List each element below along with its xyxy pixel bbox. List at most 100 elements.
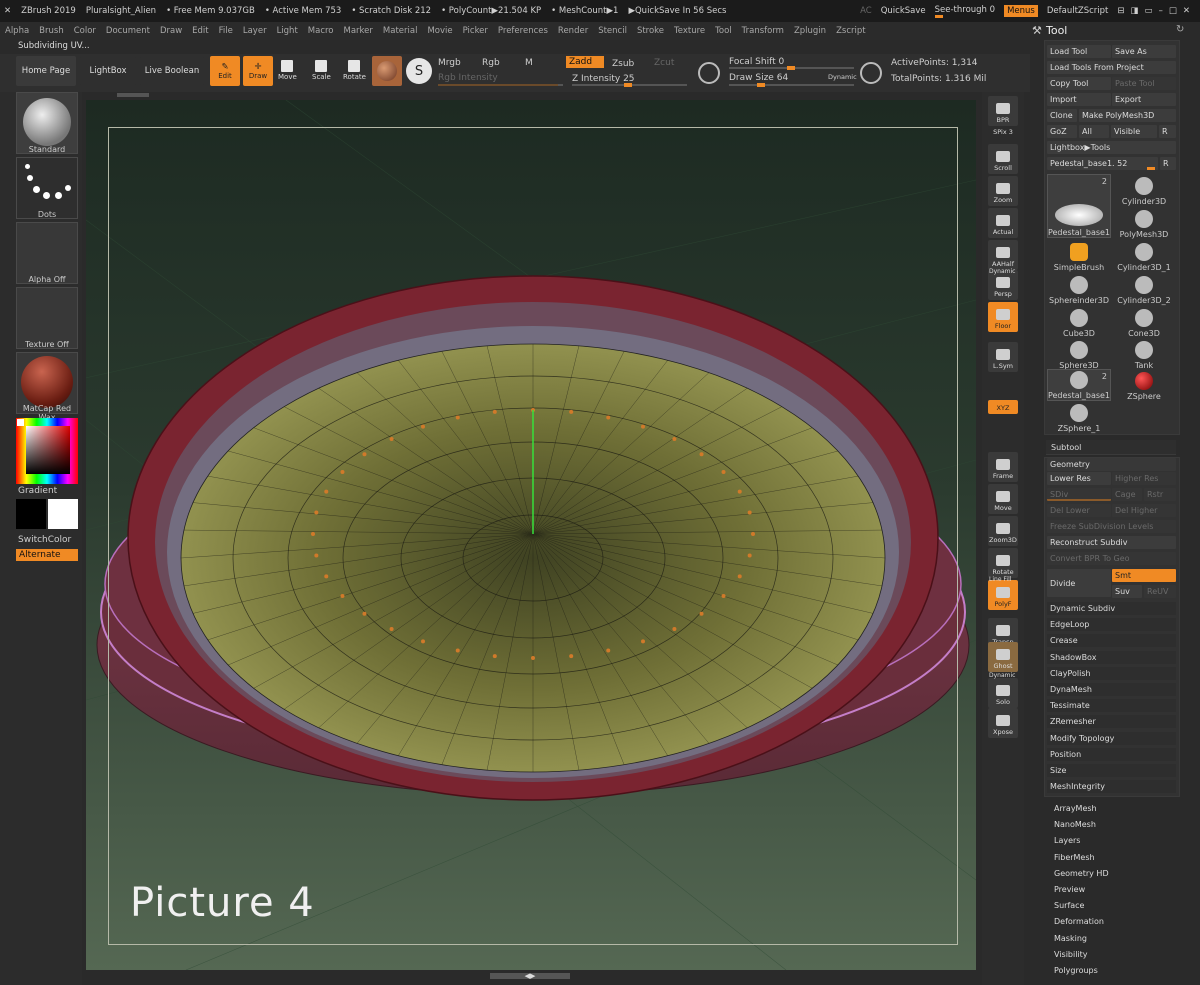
- menu-macro[interactable]: Macro: [303, 26, 339, 36]
- ac-toggle[interactable]: AC: [860, 6, 872, 16]
- menu-file[interactable]: File: [214, 26, 238, 36]
- rotate-button[interactable]: Rotate: [343, 60, 366, 81]
- menu-texture[interactable]: Texture: [669, 26, 710, 36]
- save-as-button[interactable]: Save As: [1112, 45, 1176, 58]
- rgb-button[interactable]: Rgb: [482, 58, 500, 68]
- seethrough-slider[interactable]: See-through 0: [934, 5, 995, 18]
- shelf-polyf[interactable]: PolyF: [988, 580, 1018, 610]
- secondary-color[interactable]: [16, 499, 46, 529]
- live-boolean-button[interactable]: Live Boolean: [140, 56, 204, 86]
- shelf-solo[interactable]: Solo: [988, 678, 1018, 708]
- lazy-mouse-icon[interactable]: [698, 62, 720, 84]
- backface-icon[interactable]: [860, 62, 882, 84]
- menu-zplugin[interactable]: Zplugin: [789, 26, 831, 36]
- del-higher-button[interactable]: Del Higher: [1112, 504, 1176, 517]
- tool-thumb-polymesh3d[interactable]: PolyMesh3D: [1112, 207, 1176, 239]
- suv-toggle[interactable]: Suv: [1112, 585, 1142, 598]
- section-visibility[interactable]: Visibility: [1054, 950, 1088, 959]
- menu-edit[interactable]: Edit: [187, 26, 213, 36]
- geo-section-shadowbox[interactable]: ShadowBox: [1047, 650, 1176, 664]
- shelf-zoom[interactable]: Zoom: [988, 176, 1018, 206]
- rstr-button[interactable]: Rstr: [1144, 488, 1176, 501]
- draw-button[interactable]: ✛ Draw: [243, 56, 273, 86]
- scroll-handle[interactable]: [117, 93, 149, 97]
- menu-color[interactable]: Color: [69, 26, 101, 36]
- color-square[interactable]: [26, 426, 70, 474]
- clone-button[interactable]: Clone: [1047, 109, 1077, 122]
- tool-thumb-pedestal-base1[interactable]: Pedestal_base1 2: [1047, 369, 1111, 401]
- m-button[interactable]: M: [525, 58, 533, 68]
- shelf-bpr[interactable]: BPR: [988, 96, 1018, 126]
- tool-thumb-cone3d[interactable]: Cone3D: [1112, 306, 1176, 338]
- zadd-button[interactable]: Zadd: [566, 56, 604, 68]
- menu-document[interactable]: Document: [101, 26, 155, 36]
- goz-r-button[interactable]: R: [1159, 125, 1176, 138]
- goz-button[interactable]: GoZ: [1047, 125, 1077, 138]
- higher-res-button[interactable]: Higher Res: [1112, 472, 1176, 485]
- menu-tool[interactable]: Tool: [710, 26, 737, 36]
- lightbox-button[interactable]: LightBox: [80, 56, 136, 86]
- section-preview[interactable]: Preview: [1054, 885, 1085, 894]
- load-tool-button[interactable]: Load Tool: [1047, 45, 1111, 58]
- brush-mode-icon[interactable]: S: [406, 58, 432, 84]
- make-polymesh-button[interactable]: Make PolyMesh3D: [1079, 109, 1176, 122]
- mrgb-button[interactable]: Mrgb: [438, 58, 461, 68]
- palette-close-icon[interactable]: ↻: [1176, 24, 1184, 35]
- shelf-icon-12[interactable]: [988, 432, 1018, 446]
- freeze-subdiv-button[interactable]: Freeze SubDivision Levels: [1047, 520, 1176, 533]
- section-layers[interactable]: Layers: [1054, 836, 1080, 845]
- geo-section-tessimate[interactable]: Tessimate: [1047, 699, 1176, 713]
- reconstruct-subdiv-button[interactable]: Reconstruct Subdiv: [1047, 536, 1176, 549]
- shelf-spix-3[interactable]: SPix 3: [988, 124, 1018, 138]
- material-sphere-icon[interactable]: [372, 56, 402, 86]
- geo-section-claypolish[interactable]: ClayPolish: [1047, 666, 1176, 680]
- shelf-rotate[interactable]: Rotate: [988, 548, 1018, 578]
- tool-thumb-sphereinder3d[interactable]: Sphereinder3D: [1047, 273, 1111, 305]
- lower-res-button[interactable]: Lower Res: [1047, 472, 1111, 485]
- switchcolor-button[interactable]: SwitchColor: [18, 535, 71, 545]
- window-icons[interactable]: ⊟◨▭–□✕: [1117, 6, 1196, 16]
- convert-bpr-button[interactable]: Convert BPR To Geo: [1047, 552, 1176, 565]
- section-fibermesh[interactable]: FiberMesh: [1054, 853, 1095, 862]
- geo-section-zremesher[interactable]: ZRemesher: [1047, 715, 1176, 729]
- section-arraymesh[interactable]: ArrayMesh: [1054, 804, 1097, 813]
- goz-all-button[interactable]: All: [1079, 125, 1109, 138]
- load-project-button[interactable]: Load Tools From Project: [1047, 61, 1176, 74]
- home-page-button[interactable]: Home Page: [16, 56, 76, 86]
- geo-section-size[interactable]: Size: [1047, 764, 1176, 777]
- menu-layer[interactable]: Layer: [238, 26, 272, 36]
- menu-movie[interactable]: Movie: [422, 26, 457, 36]
- shelf-floor[interactable]: Floor: [988, 302, 1018, 332]
- section-polygroups[interactable]: Polygroups: [1054, 966, 1098, 975]
- shelf-ghost[interactable]: Ghost: [988, 642, 1018, 672]
- shelf-actual[interactable]: Actual: [988, 208, 1018, 238]
- gradient-label[interactable]: Gradient: [18, 486, 57, 496]
- sdiv-slider[interactable]: SDiv: [1047, 488, 1111, 501]
- tool-r-button[interactable]: R: [1160, 157, 1176, 170]
- menu-zscript[interactable]: Zscript: [831, 26, 871, 36]
- shelf-scroll[interactable]: Scroll: [988, 144, 1018, 174]
- z-intensity-track[interactable]: [572, 83, 687, 87]
- tool-thumb-cylinder3d-2[interactable]: Cylinder3D_2: [1112, 273, 1176, 305]
- tool-thumb-sphere3d[interactable]: Sphere3D: [1047, 338, 1111, 370]
- import-button[interactable]: Import: [1047, 93, 1111, 106]
- tool-thumb-zsphere-1[interactable]: ZSphere_1: [1047, 401, 1111, 433]
- tool-thumb-tank[interactable]: Tank: [1112, 338, 1176, 370]
- section-geometry-hd[interactable]: Geometry HD: [1054, 869, 1109, 878]
- current-tool-slider[interactable]: Pedestal_base1. 52: [1047, 157, 1158, 170]
- menu-stroke[interactable]: Stroke: [632, 26, 669, 36]
- subtool-section[interactable]: Subtool: [1046, 440, 1176, 455]
- menu-stencil[interactable]: Stencil: [593, 26, 632, 36]
- rgb-intensity-slider[interactable]: Rgb Intensity: [438, 73, 498, 83]
- alternate-button[interactable]: Alternate: [16, 549, 78, 561]
- menu-picker[interactable]: Picker: [458, 26, 493, 36]
- reuv-button[interactable]: ReUV: [1144, 585, 1176, 598]
- tool-thumb-cylinder3d-1[interactable]: Cylinder3D_1: [1112, 240, 1176, 272]
- tool-thumb-pedestal-base1[interactable]: Pedestal_base1 2: [1047, 174, 1111, 238]
- menu-alpha[interactable]: Alpha: [0, 26, 34, 36]
- main-color[interactable]: [48, 499, 78, 529]
- default-zscript[interactable]: DefaultZScript: [1047, 6, 1109, 16]
- shelf-icon-11[interactable]: [988, 418, 1018, 432]
- section-deformation[interactable]: Deformation: [1054, 917, 1104, 926]
- cage-button[interactable]: Cage: [1112, 488, 1142, 501]
